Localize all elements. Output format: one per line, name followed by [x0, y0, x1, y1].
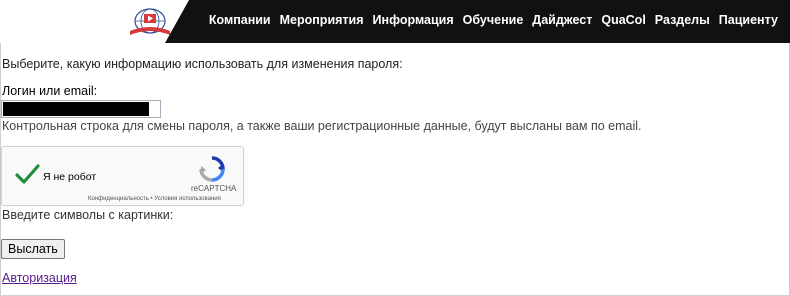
recaptcha-logo-icon — [199, 156, 225, 182]
captcha-symbols-label: Введите символы с картинки: — [2, 208, 174, 222]
redacted-value — [3, 102, 149, 116]
nav-item-information[interactable]: Информация — [373, 13, 454, 27]
nav-item-patient[interactable]: Пациенту — [719, 13, 778, 27]
recaptcha-widget[interactable]: Я не робот reCAPTCHA Конфиденциальность … — [1, 146, 244, 206]
login-email-input[interactable] — [1, 100, 161, 118]
recaptcha-brand: reCAPTCHA — [191, 184, 237, 193]
hint-text: Контрольная строка для смены пароля, а т… — [2, 119, 642, 133]
recaptcha-privacy-links[interactable]: Конфиденциальность • Условия использован… — [88, 196, 221, 202]
nav-item-digest[interactable]: Дайджест — [532, 13, 592, 27]
captcha-label: Я не робот — [43, 171, 97, 183]
site-logo-icon[interactable] — [124, 5, 188, 39]
nav-item-quacol[interactable]: QuaCol — [601, 13, 645, 27]
main-nav: Компании Мероприятия Информация Обучение… — [200, 13, 778, 27]
nav-item-sections[interactable]: Разделы — [655, 13, 710, 27]
nav-item-education[interactable]: Обучение — [463, 13, 524, 27]
intro-text: Выберите, какую информацию использовать … — [2, 57, 403, 71]
authorization-link[interactable]: Авторизация — [2, 271, 77, 285]
nav-item-events[interactable]: Мероприятия — [280, 13, 364, 27]
site-header: Компании Мероприятия Информация Обучение… — [0, 0, 790, 43]
nav-item-companies[interactable]: Компании — [209, 13, 271, 27]
submit-button[interactable]: Выслать — [1, 239, 65, 259]
login-label: Логин или email: — [2, 84, 98, 98]
checkmark-icon[interactable] — [14, 161, 40, 187]
